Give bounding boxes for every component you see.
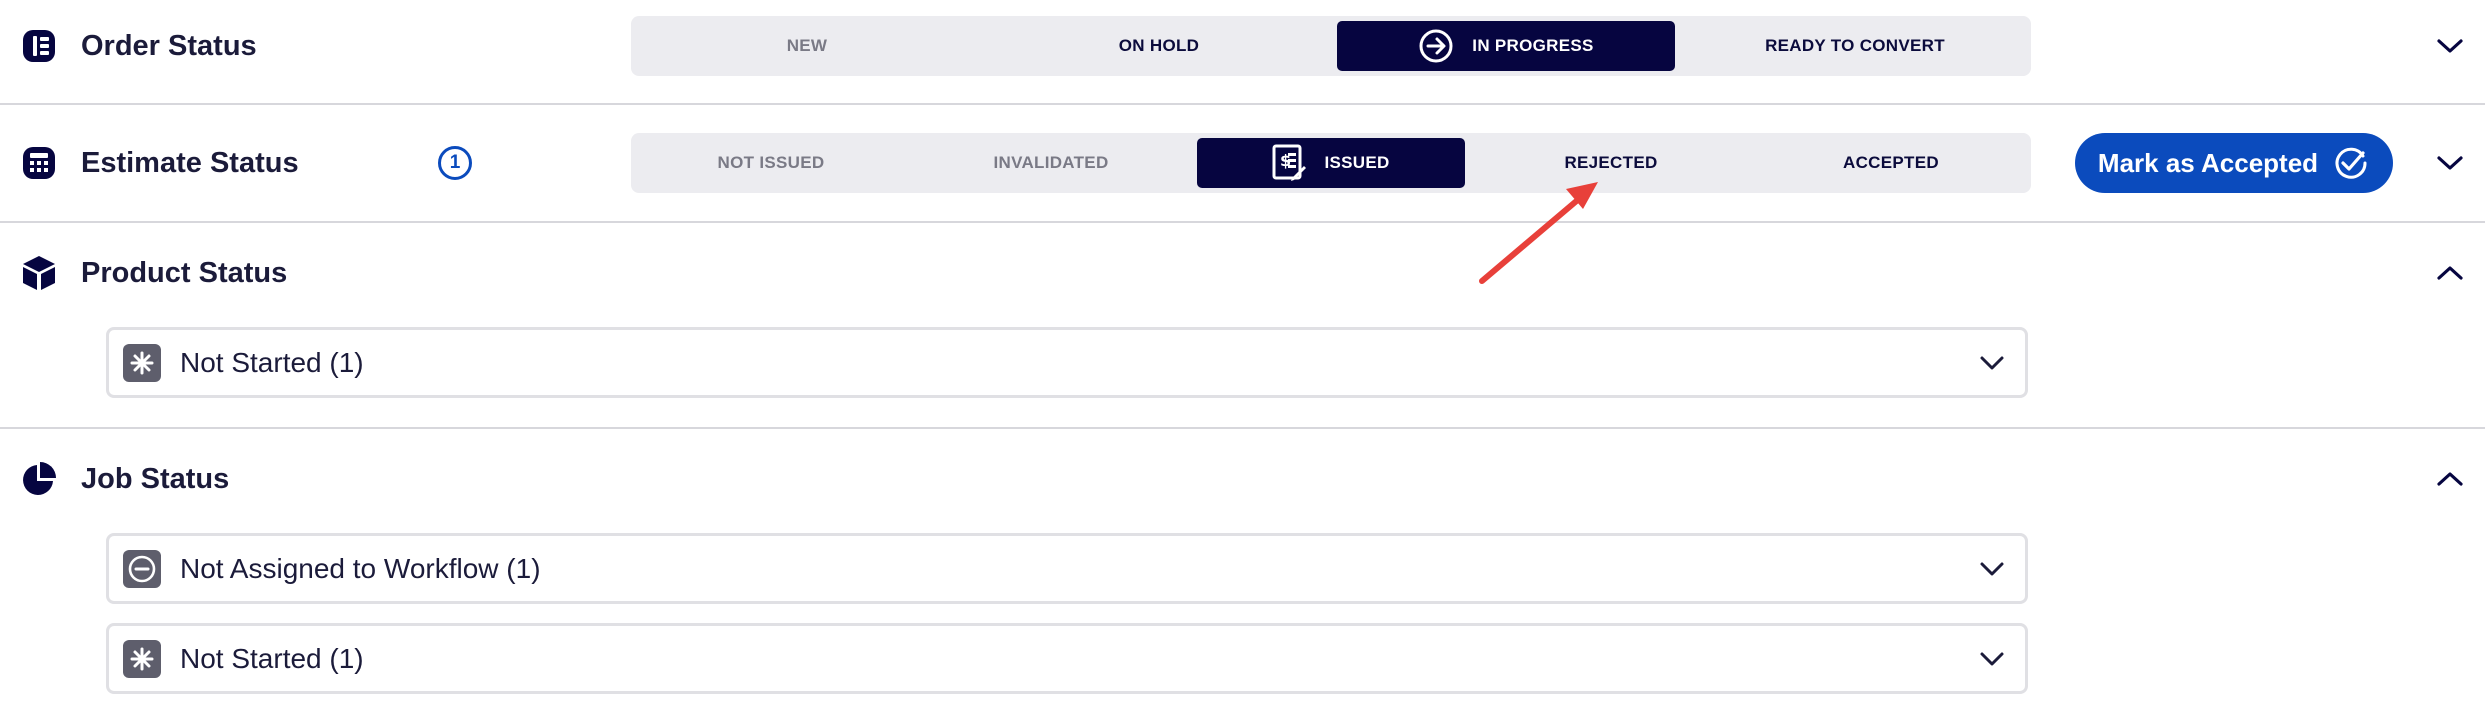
mark-as-accepted-button[interactable]: Mark as Accepted <box>2075 133 2393 193</box>
chevron-down-icon[interactable] <box>1973 550 2011 588</box>
job-status-collapse-toggle[interactable] <box>2430 459 2470 499</box>
divider <box>0 427 2485 429</box>
chevron-down-icon[interactable] <box>1973 640 2011 678</box>
order-step-label: NEW <box>786 36 828 55</box>
asterisk-icon <box>123 640 161 678</box>
estimate-step-rejected[interactable]: REJECTED <box>1471 133 1751 193</box>
estimate-document-icon: $ <box>1272 144 1307 182</box>
order-step-on-hold[interactable]: ON HOLD <box>983 16 1335 76</box>
estimate-step-label: ACCEPTED <box>1843 153 1939 172</box>
estimate-step-invalidated[interactable]: INVALIDATED <box>911 133 1191 193</box>
estimate-status-collapse-toggle[interactable] <box>2430 143 2470 183</box>
chevron-up-icon <box>2437 266 2463 280</box>
job-status-item-label: Not Assigned to Workflow (1) <box>180 553 541 584</box>
pie-chart-icon <box>19 459 59 499</box>
product-status-item-label: Not Started (1) <box>180 347 364 378</box>
order-status-section: Order Status NEW ON HOLD IN PROGRESS REA… <box>0 0 2485 104</box>
job-status-title: Job Status <box>81 463 230 495</box>
estimate-step-issued[interactable]: $ ISSUED <box>1197 138 1465 188</box>
estimate-step-not-issued[interactable]: NOT ISSUED <box>631 133 911 193</box>
chevron-down-icon <box>2437 39 2463 53</box>
order-status-icon <box>19 26 59 66</box>
estimate-status-stepper: NOT ISSUED INVALIDATED $ ISSUED REJECTED… <box>631 133 2031 193</box>
estimate-step-label: INVALIDATED <box>993 153 1109 172</box>
job-status-item[interactable]: Not Started (1) <box>106 623 2028 694</box>
order-step-in-progress[interactable]: IN PROGRESS <box>1337 21 1675 71</box>
calculator-icon <box>19 143 59 183</box>
job-status-item-label: Not Started (1) <box>180 643 364 674</box>
estimate-step-label: REJECTED <box>1564 153 1658 172</box>
asterisk-icon <box>123 344 161 382</box>
estimate-step-label: ISSUED <box>1324 153 1390 172</box>
order-status-stepper: NEW ON HOLD IN PROGRESS READY TO CONVERT <box>631 16 2031 76</box>
order-status-collapse-toggle[interactable] <box>2430 26 2470 66</box>
check-circle-icon <box>2332 144 2370 182</box>
arrow-right-circle-icon <box>1418 28 1454 64</box>
chevron-down-icon[interactable] <box>1973 344 2011 382</box>
cube-icon <box>19 253 59 293</box>
order-status-title: Order Status <box>81 30 257 62</box>
chevron-up-icon <box>2437 472 2463 486</box>
estimate-count-badge: 1 <box>438 146 472 180</box>
chevron-down-icon <box>2437 156 2463 170</box>
product-status-title: Product Status <box>81 257 288 289</box>
product-status-collapse-toggle[interactable] <box>2430 253 2470 293</box>
estimate-step-accepted[interactable]: ACCEPTED <box>1751 133 2031 193</box>
order-step-ready-to-convert[interactable]: READY TO CONVERT <box>1679 16 2031 76</box>
order-step-label: IN PROGRESS <box>1472 36 1594 55</box>
order-step-new[interactable]: NEW <box>631 16 983 76</box>
divider <box>0 221 2485 223</box>
job-status-item[interactable]: Not Assigned to Workflow (1) <box>106 533 2028 604</box>
estimate-step-label: NOT ISSUED <box>717 153 825 172</box>
product-status-item[interactable]: Not Started (1) <box>106 327 2028 398</box>
mark-as-accepted-label: Mark as Accepted <box>2097 147 2319 178</box>
order-step-label: READY TO CONVERT <box>1765 36 1945 55</box>
estimate-status-title: Estimate Status <box>81 147 299 179</box>
minus-circle-icon <box>123 550 161 588</box>
order-step-label: ON HOLD <box>1118 36 1200 55</box>
